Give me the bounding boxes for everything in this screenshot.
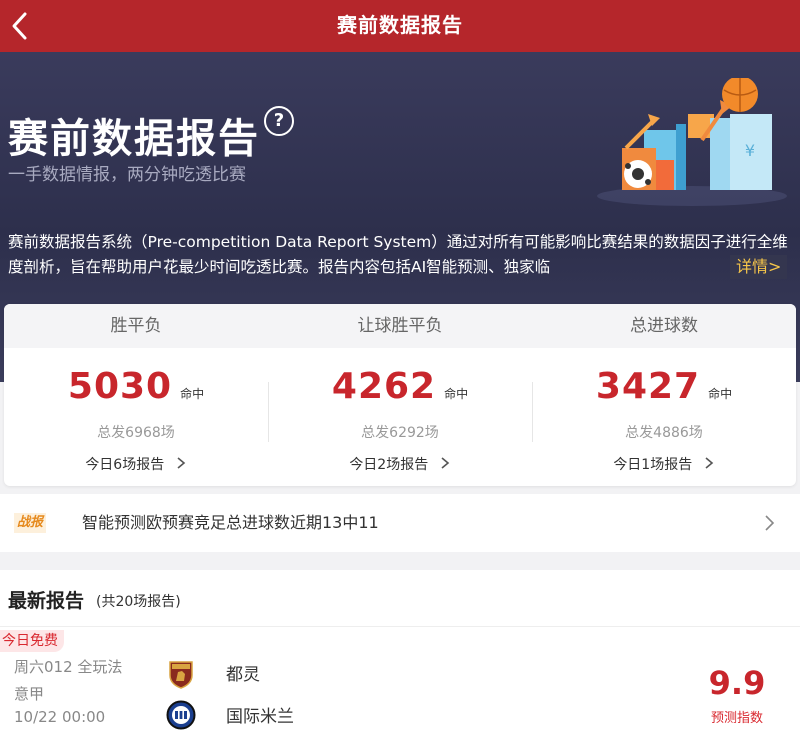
stat-hits-unit: 命中 [708, 387, 733, 401]
prediction-index-label: 预测指数 [710, 711, 763, 726]
chevron-right-icon [177, 457, 185, 469]
chart-illustration-icon: ¥ [597, 78, 787, 206]
stats-card: 胜平负 5030 命中 总发6968场 今日6场报告 让球胜平负 4262 命中 总… [4, 304, 796, 486]
stat-hits-unit: 命中 [180, 387, 205, 401]
stat-hits: 5030 命中 [4, 366, 268, 407]
chevron-right-icon [765, 515, 775, 531]
stat-hits: 4262 命中 [268, 366, 532, 407]
page-title: 赛前数据报告 [337, 13, 463, 37]
stat-column-handicap[interactable]: 让球胜平负 4262 命中 总发6292场 今日2场报告 [268, 304, 532, 486]
page: 赛前数据报告 赛前数据报告 ? 一手数据情报，两分钟吃透比赛 ¥ 赛前数据报告系… [0, 0, 800, 754]
stat-label: 让球胜平负 [357, 316, 443, 336]
question-circle-icon: ? [273, 110, 285, 131]
divider [0, 626, 800, 627]
stat-today-label: 今日6场报告 [85, 457, 165, 473]
stat-total: 总发6968场 [97, 425, 175, 441]
stat-hits-number: 4262 [331, 366, 437, 407]
battle-report-row[interactable]: 战报 智能预测欧预赛竞足总进球数近期13中11 [0, 494, 800, 552]
latest-reports-count: (共20场报告) [96, 594, 181, 610]
prediction-index-value: 9.9 [708, 664, 766, 702]
help-button[interactable]: ? [264, 106, 294, 136]
stat-total: 总发6292场 [361, 425, 439, 441]
latest-reports-section: 最新报告 (共20场报告) 今日免费 周六012 全玩法 意甲 10/22 00… [0, 570, 800, 754]
hero-description: 赛前数据报告系统（Pre-competition Data Report Sys… [8, 233, 788, 276]
stat-total: 总发4886场 [625, 425, 703, 441]
stat-column-win-draw-loss[interactable]: 胜平负 5030 命中 总发6968场 今日6场报告 [4, 304, 268, 486]
battle-report-text: 智能预测欧预赛竞足总进球数近期13中11 [82, 513, 379, 532]
stat-today-link[interactable]: 今日2场报告 [268, 454, 532, 474]
stat-today-link[interactable]: 今日1场报告 [532, 454, 796, 474]
match-time: 10/22 00:00 [14, 708, 106, 726]
stat-hits-number: 3427 [595, 366, 701, 407]
inter-crest-icon [166, 700, 196, 730]
away-team: 国际米兰 [226, 707, 294, 727]
top-nav-bar: 赛前数据报告 [0, 0, 800, 52]
latest-reports-title: 最新报告 [8, 590, 85, 612]
match-league: 意甲 [14, 685, 45, 703]
stat-hits: 3427 命中 [532, 366, 796, 407]
stat-hits-number: 5030 [67, 366, 173, 407]
stat-column-total-goals[interactable]: 总进球数 3427 命中 总发4886场 今日1场报告 [532, 304, 796, 486]
hero-subtitle: 一手数据情报，两分钟吃透比赛 [8, 165, 246, 185]
stat-today-label: 今日2场报告 [349, 457, 429, 473]
stat-hits-unit: 命中 [444, 387, 469, 401]
stat-label: 总进球数 [630, 316, 698, 336]
torino-crest-icon [169, 661, 193, 689]
chevron-right-icon [441, 457, 449, 469]
chevron-right-icon [705, 457, 713, 469]
stat-today-label: 今日1场报告 [613, 457, 693, 473]
battle-report-tag: 战报 [14, 513, 47, 533]
hero-title: 赛前数据报告 [8, 116, 260, 162]
match-number: 周六012 全玩法 [14, 658, 123, 676]
svg-text:¥: ¥ [745, 141, 755, 160]
stat-label: 胜平负 [110, 316, 162, 336]
details-link[interactable]: 详情> [730, 255, 788, 279]
home-team: 都灵 [226, 665, 260, 685]
free-today-badge: 今日免费 [0, 630, 64, 652]
stat-today-link[interactable]: 今日6场报告 [4, 454, 268, 474]
